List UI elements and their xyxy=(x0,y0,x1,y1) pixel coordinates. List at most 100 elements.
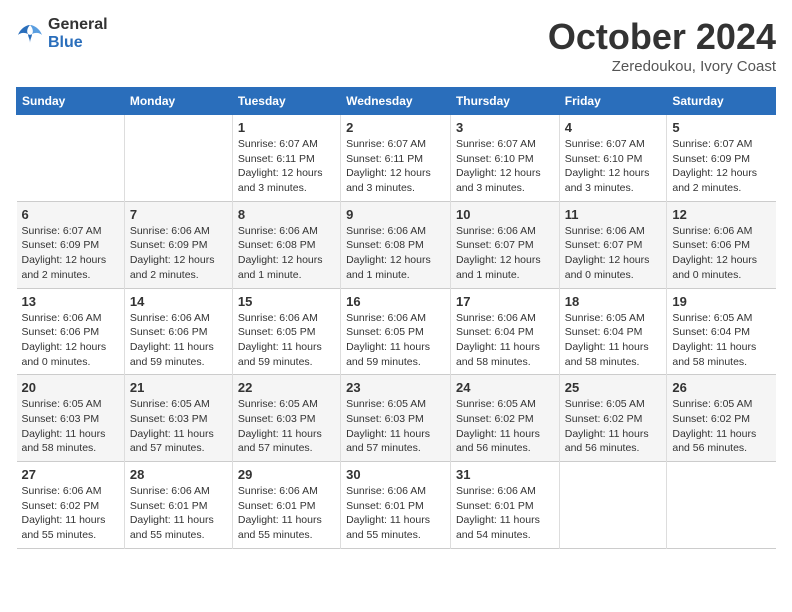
day-number: 18 xyxy=(565,294,662,309)
logo-bird-icon xyxy=(16,23,44,45)
calendar-cell xyxy=(17,115,125,202)
calendar-cell: 7 Sunrise: 6:06 AM Sunset: 6:09 PM Daylig… xyxy=(124,201,232,288)
column-header-tuesday: Tuesday xyxy=(232,88,340,115)
day-number: 29 xyxy=(238,467,335,482)
day-info: Sunrise: 6:05 AM Sunset: 6:02 PM Dayligh… xyxy=(565,397,662,456)
calendar-cell: 6 Sunrise: 6:07 AM Sunset: 6:09 PM Daylig… xyxy=(17,201,125,288)
day-number: 19 xyxy=(672,294,770,309)
day-number: 3 xyxy=(456,120,554,135)
calendar-cell: 19 Sunrise: 6:05 AM Sunset: 6:04 PM Dayli… xyxy=(667,288,776,375)
calendar-cell xyxy=(667,462,776,549)
day-number: 2 xyxy=(346,120,445,135)
day-info: Sunrise: 6:06 AM Sunset: 6:09 PM Dayligh… xyxy=(130,224,227,283)
day-number: 8 xyxy=(238,207,335,222)
day-info: Sunrise: 6:06 AM Sunset: 6:06 PM Dayligh… xyxy=(130,311,227,370)
logo-general: General xyxy=(48,16,108,34)
day-info: Sunrise: 6:06 AM Sunset: 6:05 PM Dayligh… xyxy=(238,311,335,370)
day-info: Sunrise: 6:06 AM Sunset: 6:08 PM Dayligh… xyxy=(238,224,335,283)
day-number: 4 xyxy=(565,120,662,135)
column-header-wednesday: Wednesday xyxy=(341,88,451,115)
calendar-cell: 15 Sunrise: 6:06 AM Sunset: 6:05 PM Dayli… xyxy=(232,288,340,375)
day-info: Sunrise: 6:07 AM Sunset: 6:10 PM Dayligh… xyxy=(456,137,554,196)
day-info: Sunrise: 6:07 AM Sunset: 6:09 PM Dayligh… xyxy=(672,137,770,196)
column-header-saturday: Saturday xyxy=(667,88,776,115)
logo: General Blue xyxy=(16,16,108,51)
calendar-cell: 16 Sunrise: 6:06 AM Sunset: 6:05 PM Dayli… xyxy=(341,288,451,375)
day-info: Sunrise: 6:06 AM Sunset: 6:04 PM Dayligh… xyxy=(456,311,554,370)
day-info: Sunrise: 6:05 AM Sunset: 6:04 PM Dayligh… xyxy=(672,311,770,370)
calendar-cell: 10 Sunrise: 6:06 AM Sunset: 6:07 PM Dayli… xyxy=(450,201,559,288)
calendar-cell: 3 Sunrise: 6:07 AM Sunset: 6:10 PM Daylig… xyxy=(450,115,559,202)
calendar-cell xyxy=(559,462,667,549)
day-number: 20 xyxy=(22,380,119,395)
day-number: 9 xyxy=(346,207,445,222)
calendar-cell: 31 Sunrise: 6:06 AM Sunset: 6:01 PM Dayli… xyxy=(450,462,559,549)
month-title: October 2024 xyxy=(548,16,776,58)
location-subtitle: Zeredoukou, Ivory Coast xyxy=(548,58,776,75)
day-number: 21 xyxy=(130,380,227,395)
calendar-cell: 30 Sunrise: 6:06 AM Sunset: 6:01 PM Dayli… xyxy=(341,462,451,549)
calendar-cell: 12Sunrise: 6:06 AM Sunset: 6:06 PM Dayli… xyxy=(667,201,776,288)
day-number: 12 xyxy=(672,207,770,222)
calendar-cell: 13 Sunrise: 6:06 AM Sunset: 6:06 PM Dayli… xyxy=(17,288,125,375)
day-number: 24 xyxy=(456,380,554,395)
calendar-cell: 27Sunrise: 6:06 AM Sunset: 6:02 PM Dayli… xyxy=(17,462,125,549)
day-number: 5 xyxy=(672,120,770,135)
day-info: Sunrise: 6:06 AM Sunset: 6:07 PM Dayligh… xyxy=(456,224,554,283)
calendar-cell: 17 Sunrise: 6:06 AM Sunset: 6:04 PM Dayli… xyxy=(450,288,559,375)
day-number: 26 xyxy=(672,380,770,395)
calendar-cell: 4 Sunrise: 6:07 AM Sunset: 6:10 PM Daylig… xyxy=(559,115,667,202)
day-number: 14 xyxy=(130,294,227,309)
day-info: Sunrise: 6:07 AM Sunset: 6:09 PM Dayligh… xyxy=(22,224,119,283)
calendar-cell: 5 Sunrise: 6:07 AM Sunset: 6:09 PM Daylig… xyxy=(667,115,776,202)
day-info: Sunrise: 6:05 AM Sunset: 6:04 PM Dayligh… xyxy=(565,311,662,370)
column-header-friday: Friday xyxy=(559,88,667,115)
day-info: Sunrise: 6:06 AM Sunset: 6:01 PM Dayligh… xyxy=(456,484,554,543)
column-header-thursday: Thursday xyxy=(450,88,559,115)
day-number: 28 xyxy=(130,467,227,482)
calendar-cell: 29 Sunrise: 6:06 AM Sunset: 6:01 PM Dayli… xyxy=(232,462,340,549)
calendar-cell: 24Sunrise: 6:05 AM Sunset: 6:02 PM Dayli… xyxy=(450,375,559,462)
day-info: Sunrise: 6:05 AM Sunset: 6:03 PM Dayligh… xyxy=(22,397,119,456)
day-number: 11 xyxy=(565,207,662,222)
day-number: 16 xyxy=(346,294,445,309)
day-info: Sunrise: 6:07 AM Sunset: 6:11 PM Dayligh… xyxy=(346,137,445,196)
calendar-cell: 23Sunrise: 6:05 AM Sunset: 6:03 PM Dayli… xyxy=(341,375,451,462)
day-number: 6 xyxy=(22,207,119,222)
day-info: Sunrise: 6:06 AM Sunset: 6:01 PM Dayligh… xyxy=(346,484,445,543)
day-info: Sunrise: 6:06 AM Sunset: 6:06 PM Dayligh… xyxy=(22,311,119,370)
calendar-cell: 21 Sunrise: 6:05 AM Sunset: 6:03 PM Dayli… xyxy=(124,375,232,462)
day-number: 25 xyxy=(565,380,662,395)
column-header-sunday: Sunday xyxy=(17,88,125,115)
calendar-cell: 9Sunrise: 6:06 AM Sunset: 6:08 PM Daylig… xyxy=(341,201,451,288)
column-header-monday: Monday xyxy=(124,88,232,115)
calendar-cell: 25 Sunrise: 6:05 AM Sunset: 6:02 PM Dayli… xyxy=(559,375,667,462)
day-info: Sunrise: 6:07 AM Sunset: 6:10 PM Dayligh… xyxy=(565,137,662,196)
calendar-cell: 2 Sunrise: 6:07 AM Sunset: 6:11 PM Daylig… xyxy=(341,115,451,202)
day-info: Sunrise: 6:06 AM Sunset: 6:01 PM Dayligh… xyxy=(238,484,335,543)
day-number: 30 xyxy=(346,467,445,482)
day-number: 15 xyxy=(238,294,335,309)
calendar-cell: 20 Sunrise: 6:05 AM Sunset: 6:03 PM Dayli… xyxy=(17,375,125,462)
day-number: 31 xyxy=(456,467,554,482)
day-info: Sunrise: 6:05 AM Sunset: 6:03 PM Dayligh… xyxy=(130,397,227,456)
logo-blue: Blue xyxy=(48,34,108,52)
day-number: 17 xyxy=(456,294,554,309)
day-info: Sunrise: 6:05 AM Sunset: 6:02 PM Dayligh… xyxy=(672,397,770,456)
calendar-cell: 22Sunrise: 6:05 AM Sunset: 6:03 PM Dayli… xyxy=(232,375,340,462)
day-info: Sunrise: 6:06 AM Sunset: 6:01 PM Dayligh… xyxy=(130,484,227,543)
calendar-cell: 26 Sunrise: 6:05 AM Sunset: 6:02 PM Dayli… xyxy=(667,375,776,462)
day-info: Sunrise: 6:05 AM Sunset: 6:03 PM Dayligh… xyxy=(346,397,445,456)
day-info: Sunrise: 6:06 AM Sunset: 6:07 PM Dayligh… xyxy=(565,224,662,283)
day-number: 13 xyxy=(22,294,119,309)
day-info: Sunrise: 6:07 AM Sunset: 6:11 PM Dayligh… xyxy=(238,137,335,196)
calendar-cell: 1 Sunrise: 6:07 AM Sunset: 6:11 PM Daylig… xyxy=(232,115,340,202)
calendar-cell: 28 Sunrise: 6:06 AM Sunset: 6:01 PM Dayli… xyxy=(124,462,232,549)
calendar-cell: 18 Sunrise: 6:05 AM Sunset: 6:04 PM Dayli… xyxy=(559,288,667,375)
day-number: 1 xyxy=(238,120,335,135)
day-number: 10 xyxy=(456,207,554,222)
day-number: 7 xyxy=(130,207,227,222)
day-info: Sunrise: 6:06 AM Sunset: 6:02 PM Dayligh… xyxy=(22,484,119,543)
day-info: Sunrise: 6:06 AM Sunset: 6:05 PM Dayligh… xyxy=(346,311,445,370)
calendar-cell xyxy=(124,115,232,202)
